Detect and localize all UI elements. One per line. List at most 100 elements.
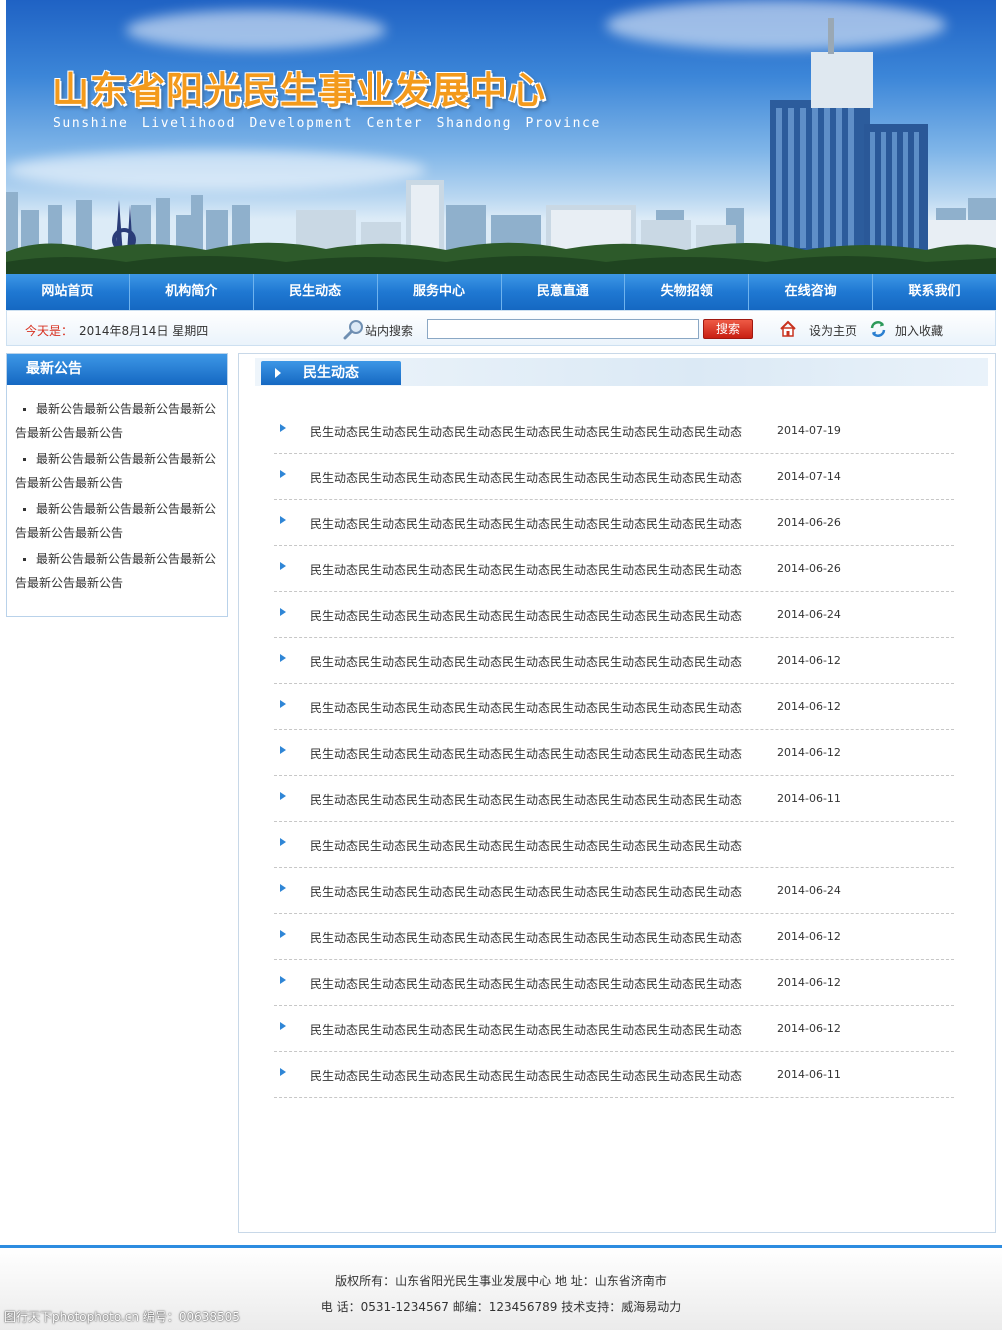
today-label: 今天是：	[25, 324, 74, 338]
bullet-icon	[23, 458, 26, 461]
news-date: 2014-06-24	[777, 608, 841, 621]
header-banner: 山东省阳光民生事业发展中心 Sunshine Livelihood Develo…	[6, 0, 996, 274]
news-row[interactable]: 民生动态民生动态民生动态民生动态民生动态民生动态民生动态民生动态民生动态 2014…	[274, 500, 954, 546]
news-title-link[interactable]: 民生动态民生动态民生动态民生动态民生动态民生动态民生动态民生动态民生动态	[310, 653, 742, 670]
arrow-right-icon	[280, 884, 286, 892]
arrow-right-icon	[280, 424, 286, 432]
nav-item-service[interactable]: 服务中心	[378, 274, 502, 310]
nav-item-public-opinion[interactable]: 民意直通	[502, 274, 626, 310]
news-row[interactable]: 民生动态民生动态民生动态民生动态民生动态民生动态民生动态民生动态民生动态 2014…	[274, 868, 954, 914]
notice-item[interactable]: 最新公告最新公告最新公告最新公告最新公告最新公告	[15, 547, 219, 595]
news-row[interactable]: 民生动态民生动态民生动态民生动态民生动态民生动态民生动态民生动态民生动态 2014…	[274, 638, 954, 684]
news-panel: 民生动态 民生动态民生动态民生动态民生动态民生动态民生动态民生动态民生动态民生动…	[238, 353, 996, 1233]
nav-item-lost-found[interactable]: 失物招领	[625, 274, 750, 310]
arrow-right-icon	[280, 654, 286, 662]
news-row[interactable]: 民生动态民生动态民生动态民生动态民生动态民生动态民生动态民生动态民生动态 2014…	[274, 960, 954, 1006]
news-row[interactable]: 民生动态民生动态民生动态民生动态民生动态民生动态民生动态民生动态民生动态 2014…	[274, 776, 954, 822]
news-title-link[interactable]: 民生动态民生动态民生动态民生动态民生动态民生动态民生动态民生动态民生动态	[310, 699, 742, 716]
set-homepage-link[interactable]: 设为主页	[809, 322, 857, 339]
watermark: 图行天下photophoto.cn 编号：00638505	[4, 1310, 240, 1324]
nav-item-news[interactable]: 民生动态	[254, 274, 378, 310]
news-row[interactable]: 民生动态民生动态民生动态民生动态民生动态民生动态民生动态民生动态民生动态 2014…	[274, 1006, 954, 1052]
news-title-link[interactable]: 民生动态民生动态民生动态民生动态民生动态民生动态民生动态民生动态民生动态	[310, 975, 742, 992]
news-date: 2014-06-12	[777, 1022, 841, 1035]
news-date: 2014-06-24	[777, 884, 841, 897]
add-favorite-link[interactable]: 加入收藏	[895, 322, 943, 339]
news-date: 2014-06-26	[777, 562, 841, 575]
news-row[interactable]: 民生动态民生动态民生动态民生动态民生动态民生动态民生动态民生动态民生动态 2014…	[274, 1052, 954, 1098]
search-input[interactable]	[427, 319, 699, 339]
nav-item-contact[interactable]: 联系我们	[873, 274, 996, 310]
news-title-link[interactable]: 民生动态民生动态民生动态民生动态民生动态民生动态民生动态民生动态民生动态	[310, 423, 742, 440]
site-title-english: Sunshine Livelihood Development Center S…	[53, 116, 601, 131]
news-title-link[interactable]: 民生动态民生动态民生动态民生动态民生动态民生动态民生动态民生动态民生动态	[310, 837, 742, 854]
arrow-right-icon	[280, 562, 286, 570]
news-title-link[interactable]: 民生动态民生动态民生动态民生动态民生动态民生动态民生动态民生动态民生动态	[310, 745, 742, 762]
bullet-icon	[23, 558, 26, 561]
news-title-link[interactable]: 民生动态民生动态民生动态民生动态民生动态民生动态民生动态民生动态民生动态	[310, 883, 742, 900]
footer-copyright: 版权所有：山东省阳光民生事业发展中心 地 址：山东省济南市	[335, 1274, 667, 1288]
news-date: 2014-06-11	[777, 1068, 841, 1081]
tab-news-label: 民生动态	[303, 365, 359, 381]
news-title-link[interactable]: 民生动态民生动态民生动态民生动态民生动态民生动态民生动态民生动态民生动态	[310, 607, 742, 624]
arrow-right-icon	[280, 470, 286, 478]
news-list: 民生动态民生动态民生动态民生动态民生动态民生动态民生动态民生动态民生动态 2014…	[274, 408, 954, 1098]
news-title-link[interactable]: 民生动态民生动态民生动态民生动态民生动态民生动态民生动态民生动态民生动态	[310, 469, 742, 486]
news-row[interactable]: 民生动态民生动态民生动态民生动态民生动态民生动态民生动态民生动态民生动态 2014…	[274, 684, 954, 730]
today-date: 2014年8月14日 星期四	[79, 324, 209, 338]
nav-item-about[interactable]: 机构简介	[130, 274, 254, 310]
news-date: 2014-06-12	[777, 746, 841, 759]
arrow-right-icon	[280, 746, 286, 754]
news-date: 2014-06-12	[777, 700, 841, 713]
news-title-link[interactable]: 民生动态民生动态民生动态民生动态民生动态民生动态民生动态民生动态民生动态	[310, 1021, 742, 1038]
news-date: 2014-06-12	[777, 976, 841, 989]
notice-item[interactable]: 最新公告最新公告最新公告最新公告最新公告最新公告	[15, 497, 219, 545]
bullet-icon	[23, 408, 26, 411]
news-title-link[interactable]: 民生动态民生动态民生动态民生动态民生动态民生动态民生动态民生动态民生动态	[310, 929, 742, 946]
news-date: 2014-06-12	[777, 654, 841, 667]
news-row[interactable]: 民生动态民生动态民生动态民生动态民生动态民生动态民生动态民生动态民生动态 2014…	[274, 592, 954, 638]
latest-notice-panel: 最新公告 最新公告最新公告最新公告最新公告最新公告最新公告 最新公告最新公告最新…	[6, 353, 228, 617]
news-row[interactable]: 民生动态民生动态民生动态民生动态民生动态民生动态民生动态民生动态民生动态 2014…	[274, 914, 954, 960]
site-title: 山东省阳光民生事业发展中心	[52, 68, 546, 112]
notice-panel-title: 最新公告	[7, 354, 227, 385]
nav-item-home[interactable]: 网站首页	[6, 274, 130, 310]
news-row[interactable]: 民生动态民生动态民生动态民生动态民生动态民生动态民生动态民生动态民生动态 2014…	[274, 730, 954, 776]
news-row[interactable]: 民生动态民生动态民生动态民生动态民生动态民生动态民生动态民生动态民生动态 2014…	[274, 408, 954, 454]
arrow-right-icon	[280, 700, 286, 708]
main-navigation: 网站首页 机构简介 民生动态 服务中心 民意直通 失物招领 在线咨询 联系我们	[6, 274, 996, 310]
arrow-right-icon	[280, 516, 286, 524]
arrow-right-icon	[280, 1022, 286, 1030]
news-date: 2014-07-14	[777, 470, 841, 483]
chevron-right-icon	[275, 368, 281, 378]
news-date: 2014-06-11	[777, 792, 841, 805]
favorite-refresh-icon[interactable]	[869, 320, 887, 338]
info-bar: 今天是： 2014年8月14日 星期四 站内搜索 搜索 设为主页 加入收藏	[6, 310, 996, 346]
search-button[interactable]: 搜索	[703, 319, 753, 339]
notice-list: 最新公告最新公告最新公告最新公告最新公告最新公告 最新公告最新公告最新公告最新公…	[7, 385, 227, 595]
news-row[interactable]: 民生动态民生动态民生动态民生动态民生动态民生动态民生动态民生动态民生动态 2014…	[274, 546, 954, 592]
news-row[interactable]: 民生动态民生动态民生动态民生动态民生动态民生动态民生动态民生动态民生动态 2014…	[274, 454, 954, 500]
tab-news[interactable]: 民生动态	[261, 361, 401, 385]
news-date: 2014-06-26	[777, 516, 841, 529]
notice-item[interactable]: 最新公告最新公告最新公告最新公告最新公告最新公告	[15, 397, 219, 445]
news-title-link[interactable]: 民生动态民生动态民生动态民生动态民生动态民生动态民生动态民生动态民生动态	[310, 561, 742, 578]
arrow-right-icon	[280, 976, 286, 984]
news-title-link[interactable]: 民生动态民生动态民生动态民生动态民生动态民生动态民生动态民生动态民生动态	[310, 791, 742, 808]
arrow-right-icon	[280, 930, 286, 938]
nav-item-consult[interactable]: 在线咨询	[749, 274, 874, 310]
news-title-link[interactable]: 民生动态民生动态民生动态民生动态民生动态民生动态民生动态民生动态民生动态	[310, 515, 742, 532]
arrow-right-icon	[280, 608, 286, 616]
arrow-right-icon	[280, 792, 286, 800]
news-date: 2014-06-12	[777, 930, 841, 943]
home-icon[interactable]	[779, 320, 797, 338]
news-date: 2014-07-19	[777, 424, 841, 437]
magnifier-icon	[343, 320, 363, 340]
news-title-link[interactable]: 民生动态民生动态民生动态民生动态民生动态民生动态民生动态民生动态民生动态	[310, 1067, 742, 1084]
search-label: 站内搜索	[365, 324, 414, 338]
notice-item[interactable]: 最新公告最新公告最新公告最新公告最新公告最新公告	[15, 447, 219, 495]
bullet-icon	[23, 508, 26, 511]
city-skyline-image	[6, 18, 996, 274]
news-row[interactable]: 民生动态民生动态民生动态民生动态民生动态民生动态民生动态民生动态民生动态	[274, 822, 954, 868]
arrow-right-icon	[280, 838, 286, 846]
